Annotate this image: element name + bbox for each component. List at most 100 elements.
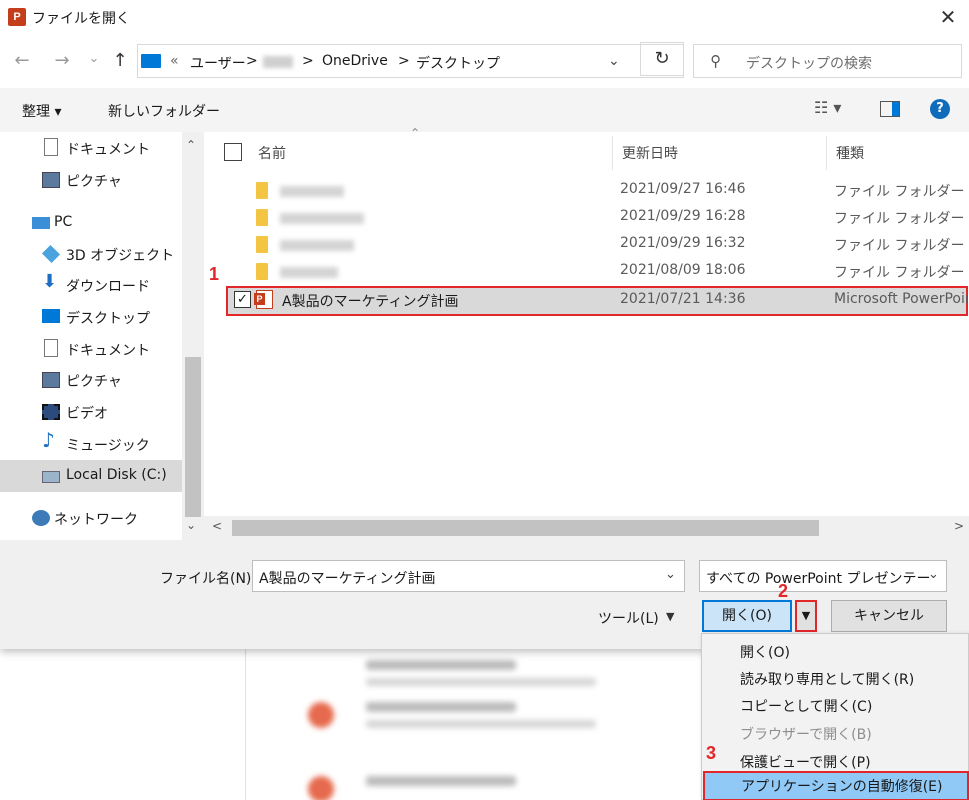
- menu-item-label: 開く(O): [740, 645, 790, 661]
- address-overflow[interactable]: «: [170, 53, 179, 69]
- sidebar-item-videos[interactable]: ビデオ: [0, 396, 182, 428]
- address-bar[interactable]: « ユーザー > > OneDrive > デスクトップ ⌄: [137, 44, 684, 78]
- table-row-selected[interactable]: ✓ A製品のマーケティング計画 2021/07/21 14:36 Microso…: [226, 286, 968, 316]
- breadcrumb-desktop[interactable]: デスクトップ: [416, 53, 500, 73]
- breadcrumb-username-blurred[interactable]: [263, 56, 293, 68]
- navigation-bar: ← → ⌄ ↑ « ユーザー > > OneDrive > デスクトップ ⌄ ↻…: [0, 42, 969, 82]
- file-type: ファイル フォルダー: [834, 184, 965, 200]
- file-type: ファイル フォルダー: [834, 238, 965, 254]
- row-checkbox-checked[interactable]: ✓: [234, 291, 251, 308]
- file-type: ファイル フォルダー: [834, 211, 965, 227]
- up-arrow-icon[interactable]: ↑: [108, 50, 132, 71]
- back-arrow-icon[interactable]: ←: [10, 50, 34, 71]
- file-modified-date: 2021/09/29 16:28: [620, 208, 746, 224]
- folder-icon: [256, 209, 268, 226]
- desktop-icon: [42, 309, 60, 323]
- sidebar-item-local-disk[interactable]: Local Disk (C:): [0, 460, 182, 492]
- close-button[interactable]: ✕: [928, 2, 968, 32]
- search-input[interactable]: ⚲ デスクトップの検索: [693, 44, 962, 78]
- annotation-step-1: 1: [209, 264, 220, 284]
- cancel-button[interactable]: キャンセル: [831, 600, 947, 632]
- file-type-filter-select[interactable]: すべての PowerPoint プレゼンテーション ⌄: [699, 560, 947, 592]
- pictures-icon: [42, 172, 60, 188]
- sidebar-item-pictures[interactable]: ピクチャ: [0, 364, 182, 396]
- sidebar-item-label: Local Disk (C:): [66, 467, 167, 483]
- menu-item-open-read-only[interactable]: 読み取り専用として開く(R): [702, 664, 968, 690]
- menu-item-open-as-copy[interactable]: コピーとして開く(C): [702, 691, 968, 717]
- sidebar-item-label: PC: [54, 214, 73, 230]
- select-all-checkbox[interactable]: [224, 143, 242, 161]
- table-row[interactable]: 2021/09/29 16:28 ファイル フォルダー: [226, 205, 969, 231]
- file-list-hscrollbar[interactable]: < >: [204, 516, 969, 540]
- column-header-name[interactable]: 名前: [258, 143, 286, 183]
- music-icon: ♪: [42, 428, 55, 452]
- open-button[interactable]: 開く(O): [702, 600, 792, 632]
- breadcrumb-users[interactable]: ユーザー: [190, 53, 246, 73]
- menu-item-open[interactable]: 開く(O): [702, 637, 968, 663]
- sidebar-item-pictures[interactable]: ピクチャ: [0, 164, 182, 196]
- sidebar-item-3d-objects[interactable]: 3D オブジェクト: [0, 238, 182, 270]
- tools-button[interactable]: ツール(L): [598, 608, 659, 628]
- breadcrumb-separator[interactable]: >: [246, 53, 258, 69]
- scroll-down-icon[interactable]: ⌄: [186, 518, 196, 532]
- breadcrumb-separator[interactable]: >: [302, 53, 314, 69]
- background-recent-item: [300, 764, 640, 800]
- chevron-down-icon[interactable]: ⌄: [665, 567, 676, 582]
- filename-input[interactable]: A製品のマーケティング計画 ⌄: [252, 560, 685, 592]
- menu-item-label: ブラウザーで開く(B): [740, 727, 872, 743]
- table-row[interactable]: 2021/09/29 16:32 ファイル フォルダー: [226, 232, 969, 258]
- help-icon[interactable]: ?: [930, 99, 950, 119]
- refresh-button[interactable]: ↻: [640, 42, 684, 76]
- sidebar-item-desktop[interactable]: デスクトップ: [0, 301, 182, 333]
- sidebar-item-music[interactable]: ♪ ミュージック: [0, 428, 182, 460]
- filename-label: ファイル名(N):: [160, 571, 257, 587]
- menu-item-open-and-repair[interactable]: アプリケーションの自動修復(E): [703, 771, 969, 800]
- chevron-down-icon[interactable]: ⌄: [928, 567, 939, 582]
- powerpoint-app-icon: P: [8, 8, 26, 26]
- view-options-icon[interactable]: ☷ ▾: [814, 98, 841, 117]
- sidebar-scrollbar[interactable]: ⌃ ⌄: [182, 132, 204, 540]
- table-row[interactable]: 2021/08/09 18:06 ファイル フォルダー: [226, 259, 969, 285]
- sidebar-item-downloads[interactable]: ⬇ ダウンロード: [0, 269, 182, 301]
- forward-arrow-icon[interactable]: →: [50, 50, 74, 71]
- monitor-icon: [141, 54, 161, 68]
- scrollbar-thumb[interactable]: [232, 520, 819, 536]
- column-header-modified[interactable]: 更新日時: [622, 143, 678, 183]
- file-name: A製品のマーケティング計画: [282, 294, 459, 310]
- document-icon: [44, 138, 58, 156]
- column-divider[interactable]: [826, 136, 827, 170]
- sidebar-item-pc[interactable]: PC: [0, 207, 182, 239]
- navigation-pane: ドキュメント ピクチャ PC 3D オブジェクト ⬇ ダウンロード デスクトップ…: [0, 132, 204, 540]
- open-options-dropdown-button[interactable]: ▼: [795, 600, 817, 632]
- scroll-up-icon[interactable]: ⌃: [186, 138, 196, 152]
- menu-item-open-protected-view[interactable]: 保護ビューで開く(P): [702, 747, 968, 773]
- blurred-folder-name: [280, 213, 364, 224]
- breadcrumb-onedrive[interactable]: OneDrive: [322, 53, 388, 69]
- breadcrumb-separator[interactable]: >: [398, 53, 410, 69]
- organize-button[interactable]: 整理 ▾: [22, 101, 61, 121]
- 3d-objects-icon: [41, 244, 61, 264]
- download-icon: ⬇: [42, 271, 58, 292]
- column-header-type[interactable]: 種類: [836, 143, 864, 183]
- scroll-left-icon[interactable]: <: [212, 519, 222, 533]
- recent-locations-icon[interactable]: ⌄: [82, 51, 106, 66]
- scrollbar-thumb[interactable]: [185, 357, 201, 517]
- new-folder-button[interactable]: 新しいフォルダー: [108, 101, 220, 121]
- sidebar-item-network[interactable]: ネットワーク: [0, 502, 182, 534]
- column-divider[interactable]: [612, 136, 613, 170]
- tools-dropdown-icon[interactable]: ▼: [666, 610, 674, 623]
- pc-icon: [32, 217, 50, 229]
- preview-pane-icon[interactable]: [880, 101, 900, 117]
- sidebar-item-documents[interactable]: ドキュメント: [0, 333, 182, 365]
- scroll-right-icon[interactable]: >: [954, 519, 964, 533]
- table-row[interactable]: 2021/09/27 16:46 ファイル フォルダー: [226, 178, 969, 204]
- sidebar-item-label: ドキュメント: [66, 142, 150, 158]
- pictures-icon: [42, 372, 60, 388]
- chevron-down-icon[interactable]: ⌄: [608, 53, 620, 69]
- blurred-folder-name: [280, 267, 338, 278]
- sort-ascending-icon: ⌃: [410, 126, 421, 140]
- file-modified-date: 2021/08/09 18:06: [620, 262, 746, 278]
- sidebar-item-documents[interactable]: ドキュメント: [0, 132, 182, 164]
- document-icon: [44, 339, 58, 357]
- file-modified-date: 2021/07/21 14:36: [620, 291, 746, 307]
